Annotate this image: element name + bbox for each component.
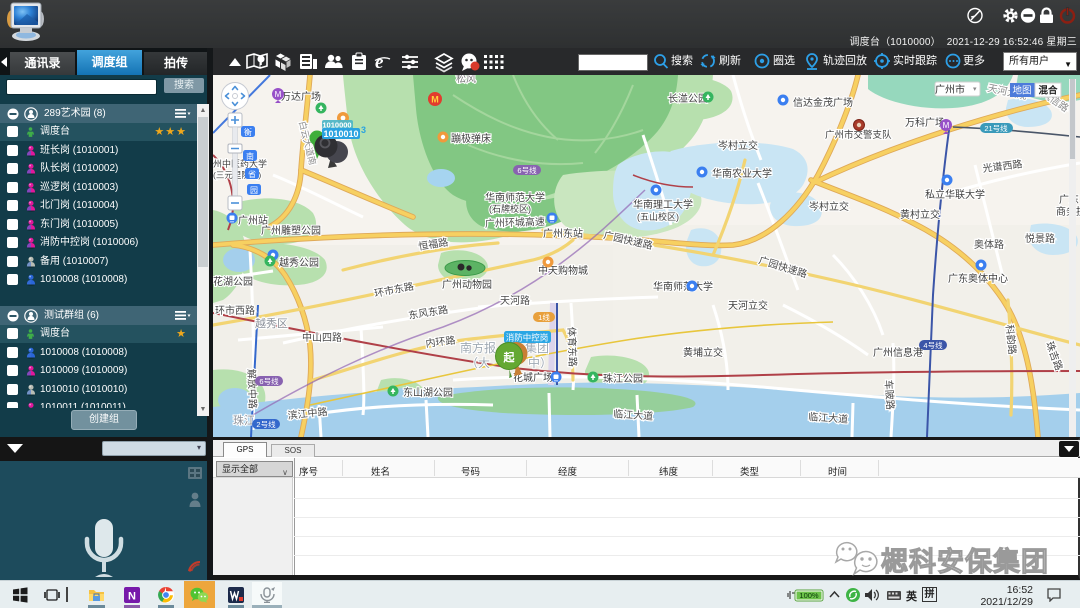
svg-text:3: 3 — [361, 125, 366, 135]
svg-text:松风: 松风 — [456, 75, 476, 85]
svg-text:广州信息港: 广州信息港 — [873, 346, 923, 359]
svg-text:商务技: 商务技 — [1056, 205, 1080, 218]
svg-text:4号线: 4号线 — [923, 340, 943, 350]
svg-text:信达金茂广场: 信达金茂广场 — [793, 96, 853, 109]
svg-text:华南理工大学: 华南理工大学 — [633, 198, 693, 211]
svg-text:园: 园 — [250, 186, 258, 195]
svg-text:▾: ▾ — [973, 86, 977, 93]
svg-text:东山湖公园: 东山湖公园 — [403, 386, 453, 399]
svg-text:私立华联大学: 私立华联大学 — [925, 188, 985, 201]
svg-text:e: e — [375, 52, 384, 73]
svg-text:南: 南 — [246, 151, 254, 161]
svg-text:21号线: 21号线 — [984, 123, 1008, 133]
svg-text:2号线: 2号线 — [256, 419, 276, 429]
svg-text:珠江: 珠江 — [233, 413, 255, 427]
svg-text:华南农业大学: 华南农业大学 — [712, 167, 772, 180]
svg-text:100%: 100% — [799, 591, 819, 600]
svg-text:广州市: 广州市 — [935, 83, 965, 96]
svg-text:花湖公园: 花湖公园 — [213, 275, 253, 288]
svg-text:6号线: 6号线 — [259, 376, 279, 386]
svg-text:消防中控岗: 消防中控岗 — [506, 333, 549, 343]
svg-text:6号线: 6号线 — [517, 165, 537, 175]
svg-text:州中医药大学: 州中医药大学 — [213, 158, 267, 169]
svg-text:(石牌校区): (石牌校区) — [489, 203, 531, 214]
svg-text:N: N — [128, 591, 136, 603]
svg-text:M: M — [275, 90, 282, 99]
svg-text:广州雕塑公园: 广州雕塑公园 — [261, 224, 321, 237]
svg-text:地图: 地图 — [1012, 85, 1031, 97]
svg-text:M: M — [431, 95, 439, 105]
svg-text:黄埔立交: 黄埔立交 — [683, 346, 723, 359]
svg-text:广州东站: 广州东站 — [543, 227, 583, 240]
svg-text:1010010: 1010010 — [323, 129, 358, 139]
svg-text:越秀区: 越秀区 — [255, 316, 288, 330]
svg-text:万科广场: 万科广场 — [905, 116, 945, 129]
svg-text:华南师范大学: 华南师范大学 — [485, 191, 545, 204]
svg-text:混合: 混合 — [1038, 85, 1058, 97]
svg-text:蹦极弹床: 蹦极弹床 — [451, 132, 491, 145]
svg-text:越秀公园: 越秀公园 — [279, 256, 319, 269]
svg-text:环市西路: 环市西路 — [215, 304, 255, 317]
svg-text:1线: 1线 — [538, 312, 550, 322]
svg-text:岑村立交: 岑村立交 — [718, 139, 758, 152]
svg-text:(五山校区): (五山校区) — [637, 211, 679, 222]
svg-text:（大: （大 — [466, 356, 490, 370]
svg-text:中）: 中） — [528, 355, 552, 370]
svg-text:起: 起 — [503, 350, 516, 364]
svg-text:长湴公园: 长湴公园 — [668, 93, 708, 105]
svg-text:华南师范大学: 华南师范大学 — [653, 280, 713, 293]
svg-text:黄村立交: 黄村立交 — [900, 208, 940, 221]
svg-text:广东奥体中心: 广东奥体中心 — [948, 272, 1008, 285]
svg-text:天河路: 天河路 — [500, 294, 530, 307]
svg-text:岑村立交: 岑村立交 — [809, 200, 849, 213]
svg-text:珠江公园: 珠江公园 — [603, 372, 643, 385]
svg-text:广州动物园: 广州动物园 — [442, 278, 492, 291]
svg-text:奥体路: 奥体路 — [974, 238, 1004, 251]
svg-text:M: M — [943, 121, 950, 130]
svg-text:万达广场: 万达广场 — [281, 90, 321, 103]
svg-text:南方报: 南方报 — [460, 340, 496, 355]
svg-text:中山四路: 中山四路 — [302, 331, 342, 344]
svg-text:省: 省 — [248, 169, 256, 179]
svg-text:衡: 衡 — [244, 127, 252, 137]
svg-text:悦景路: 悦景路 — [1025, 232, 1055, 245]
svg-text:天河立交: 天河立交 — [728, 299, 768, 312]
